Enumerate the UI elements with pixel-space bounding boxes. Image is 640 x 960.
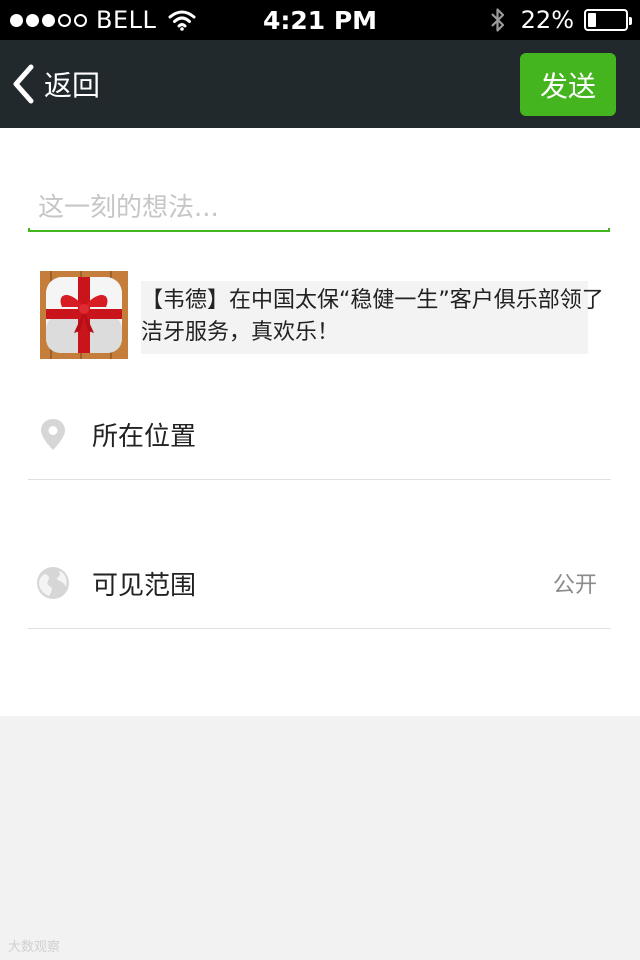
wifi-icon (168, 10, 196, 31)
shared-link-title: 【韦德】在中国太保“稳健一生”客户俱乐部领了洁牙服务，真欢乐！ (141, 288, 604, 345)
chevron-left-icon (13, 64, 34, 104)
battery-icon (584, 9, 632, 31)
globe-icon (37, 567, 69, 599)
watermark: 大数观察 (8, 940, 61, 955)
location-option[interactable]: 所在位置 (28, 394, 611, 474)
gift-box-icon (40, 271, 128, 359)
location-pin-icon (41, 419, 65, 450)
divider (28, 479, 611, 480)
signal-strength-icon (10, 13, 90, 27)
location-label: 所在位置 (92, 421, 197, 452)
battery-level (588, 13, 596, 27)
compose-moment-screen: BELL 4:21 PM 22% 返回 发送 这一刻的想法... 【韦德】在中国… (0, 0, 640, 960)
status-bar: BELL 4:21 PM 22% (0, 0, 640, 40)
gift-box-graphic (40, 271, 128, 359)
visibility-value: 公开 (552, 573, 597, 598)
shared-link-preview[interactable]: 【韦德】在中国太保“稳健一生”客户俱乐部领了洁牙服务，真欢乐！ (40, 271, 615, 359)
back-button[interactable]: 返回 (10, 40, 100, 128)
visibility-option[interactable]: 可见范围 公开 (28, 543, 611, 623)
back-label: 返回 (44, 69, 101, 102)
bluetooth-icon (490, 8, 504, 32)
send-button[interactable]: 发送 (520, 53, 616, 116)
thoughts-input[interactable] (28, 184, 610, 232)
battery-percentage: 22% (520, 6, 574, 34)
navigation-bar: 返回 发送 (0, 40, 640, 128)
divider (28, 628, 611, 629)
input-underline (28, 228, 610, 232)
carrier-name: BELL (96, 6, 157, 34)
visibility-label: 可见范围 (92, 570, 197, 601)
compose-card: 【韦德】在中国太保“稳健一生”客户俱乐部领了洁牙服务，真欢乐！ 所在位置 可见范… (0, 128, 640, 716)
